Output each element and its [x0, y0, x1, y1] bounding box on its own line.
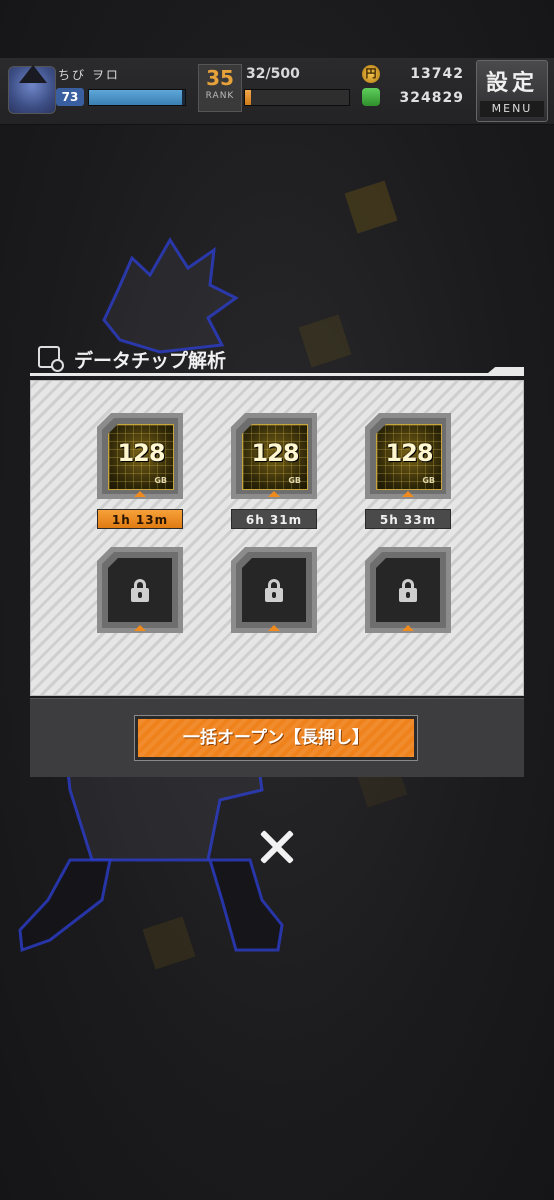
player-avatar[interactable]	[8, 65, 56, 114]
title-divider	[30, 373, 524, 376]
player-name: ちび ヲロ	[58, 68, 120, 82]
data-chip-grid: 128 GB 1h 13m 128 GB 6h 31m 128 GB 5h 33…	[30, 380, 524, 696]
chip-slot-3[interactable]: 128 GB	[365, 413, 451, 499]
open-all-button-label: 一括オープン【長押し】	[138, 719, 414, 757]
chip-unit: GB	[288, 476, 301, 485]
open-all-button[interactable]: 一括オープン【長押し】	[134, 715, 418, 761]
data-chip-icon: 128 GB	[242, 424, 308, 490]
player-level: 73	[56, 88, 84, 106]
chip-slot-2[interactable]: 128 GB	[231, 413, 317, 499]
cash-count: 324829	[399, 90, 464, 106]
lock-icon	[242, 558, 306, 622]
rank-progress: 32/500	[246, 66, 300, 82]
exp-bar	[88, 89, 186, 106]
chip-slot-1[interactable]: 128 GB	[97, 413, 183, 499]
top-hud: ちび ヲロ 73 35 RANK 32/500 円 13742 324829 設…	[0, 58, 554, 125]
rank-icon: 35 RANK	[198, 64, 242, 112]
slot-pointer-icon	[134, 491, 146, 497]
chip-timer-3: 5h 33m	[365, 509, 451, 529]
background-decoration	[344, 180, 398, 234]
slot-pointer-icon	[402, 491, 414, 497]
coin-count: 13742	[410, 66, 464, 82]
data-search-icon	[38, 346, 64, 372]
lock-keyhole	[272, 592, 276, 598]
locked-slot-1[interactable]	[97, 547, 183, 633]
close-icon[interactable]	[256, 826, 298, 868]
exp-bar-fill	[89, 90, 183, 105]
dialog-title: データチップ解析	[74, 350, 227, 372]
slot-pointer-icon	[268, 625, 280, 631]
lock-keyhole	[138, 592, 142, 598]
rank-icon-number: 35	[206, 66, 234, 90]
chip-capacity: 128	[385, 439, 433, 467]
settings-menu-button[interactable]: 設定 MENU	[476, 60, 548, 122]
lock-icon	[376, 558, 440, 622]
rank-bar	[244, 89, 350, 106]
slot-pointer-icon	[134, 625, 146, 631]
witch-hat-icon	[19, 65, 47, 83]
lock-keyhole	[406, 592, 410, 598]
dialog-footer: 一括オープン【長押し】	[30, 698, 524, 777]
dialog-header: データチップ解析	[30, 342, 524, 378]
data-chip-icon: 128 GB	[376, 424, 442, 490]
game-screen: ちび ヲロ 73 35 RANK 32/500 円 13742 324829 設…	[0, 0, 554, 1200]
chip-timer-2: 6h 31m	[231, 509, 317, 529]
coin-icon: 円	[362, 65, 380, 83]
menu-label: MENU	[480, 101, 544, 117]
chip-capacity: 128	[251, 439, 299, 467]
rank-bar-fill	[245, 90, 252, 105]
locked-slot-3[interactable]	[365, 547, 451, 633]
locked-slot-2[interactable]	[231, 547, 317, 633]
cash-icon	[362, 88, 380, 106]
data-chip-icon: 128 GB	[108, 424, 174, 490]
lock-icon	[108, 558, 172, 622]
chip-timer-1: 1h 13m	[97, 509, 183, 529]
settings-label: 設定	[485, 71, 538, 96]
chip-unit: GB	[422, 476, 435, 485]
slot-pointer-icon	[268, 491, 280, 497]
slot-pointer-icon	[402, 625, 414, 631]
chip-capacity: 128	[117, 439, 165, 467]
rank-icon-label: RANK	[205, 91, 235, 101]
background-decoration	[142, 916, 196, 970]
chip-unit: GB	[154, 476, 167, 485]
